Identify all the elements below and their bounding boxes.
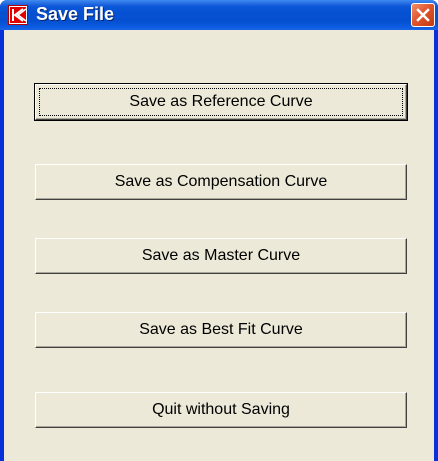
quit-without-saving-button[interactable]: Quit without Saving [35, 392, 407, 428]
close-button[interactable] [411, 3, 435, 27]
button-label: Save as Master Curve [141, 247, 301, 264]
window-title: Save File [36, 4, 115, 24]
button-label: Save as Reference Curve [129, 93, 313, 110]
button-label: Quit without Saving [152, 401, 290, 418]
button-label: Save as Best Fit Curve [139, 321, 303, 338]
save-file-dialog: Save File Save as Reference Curve Save a… [0, 0, 438, 461]
save-compensation-curve-button[interactable]: Save as Compensation Curve [35, 164, 407, 200]
dialog-body: Save as Reference Curve Save as Compensa… [4, 30, 434, 461]
save-master-curve-button[interactable]: Save as Master Curve [35, 238, 407, 274]
title-bar[interactable]: Save File [0, 0, 438, 30]
close-icon [412, 4, 434, 26]
button-label: Save as Compensation Curve [114, 173, 328, 190]
save-reference-curve-button[interactable]: Save as Reference Curve [34, 83, 408, 121]
k-logo-icon [8, 5, 28, 25]
save-best-fit-curve-button[interactable]: Save as Best Fit Curve [35, 312, 407, 348]
